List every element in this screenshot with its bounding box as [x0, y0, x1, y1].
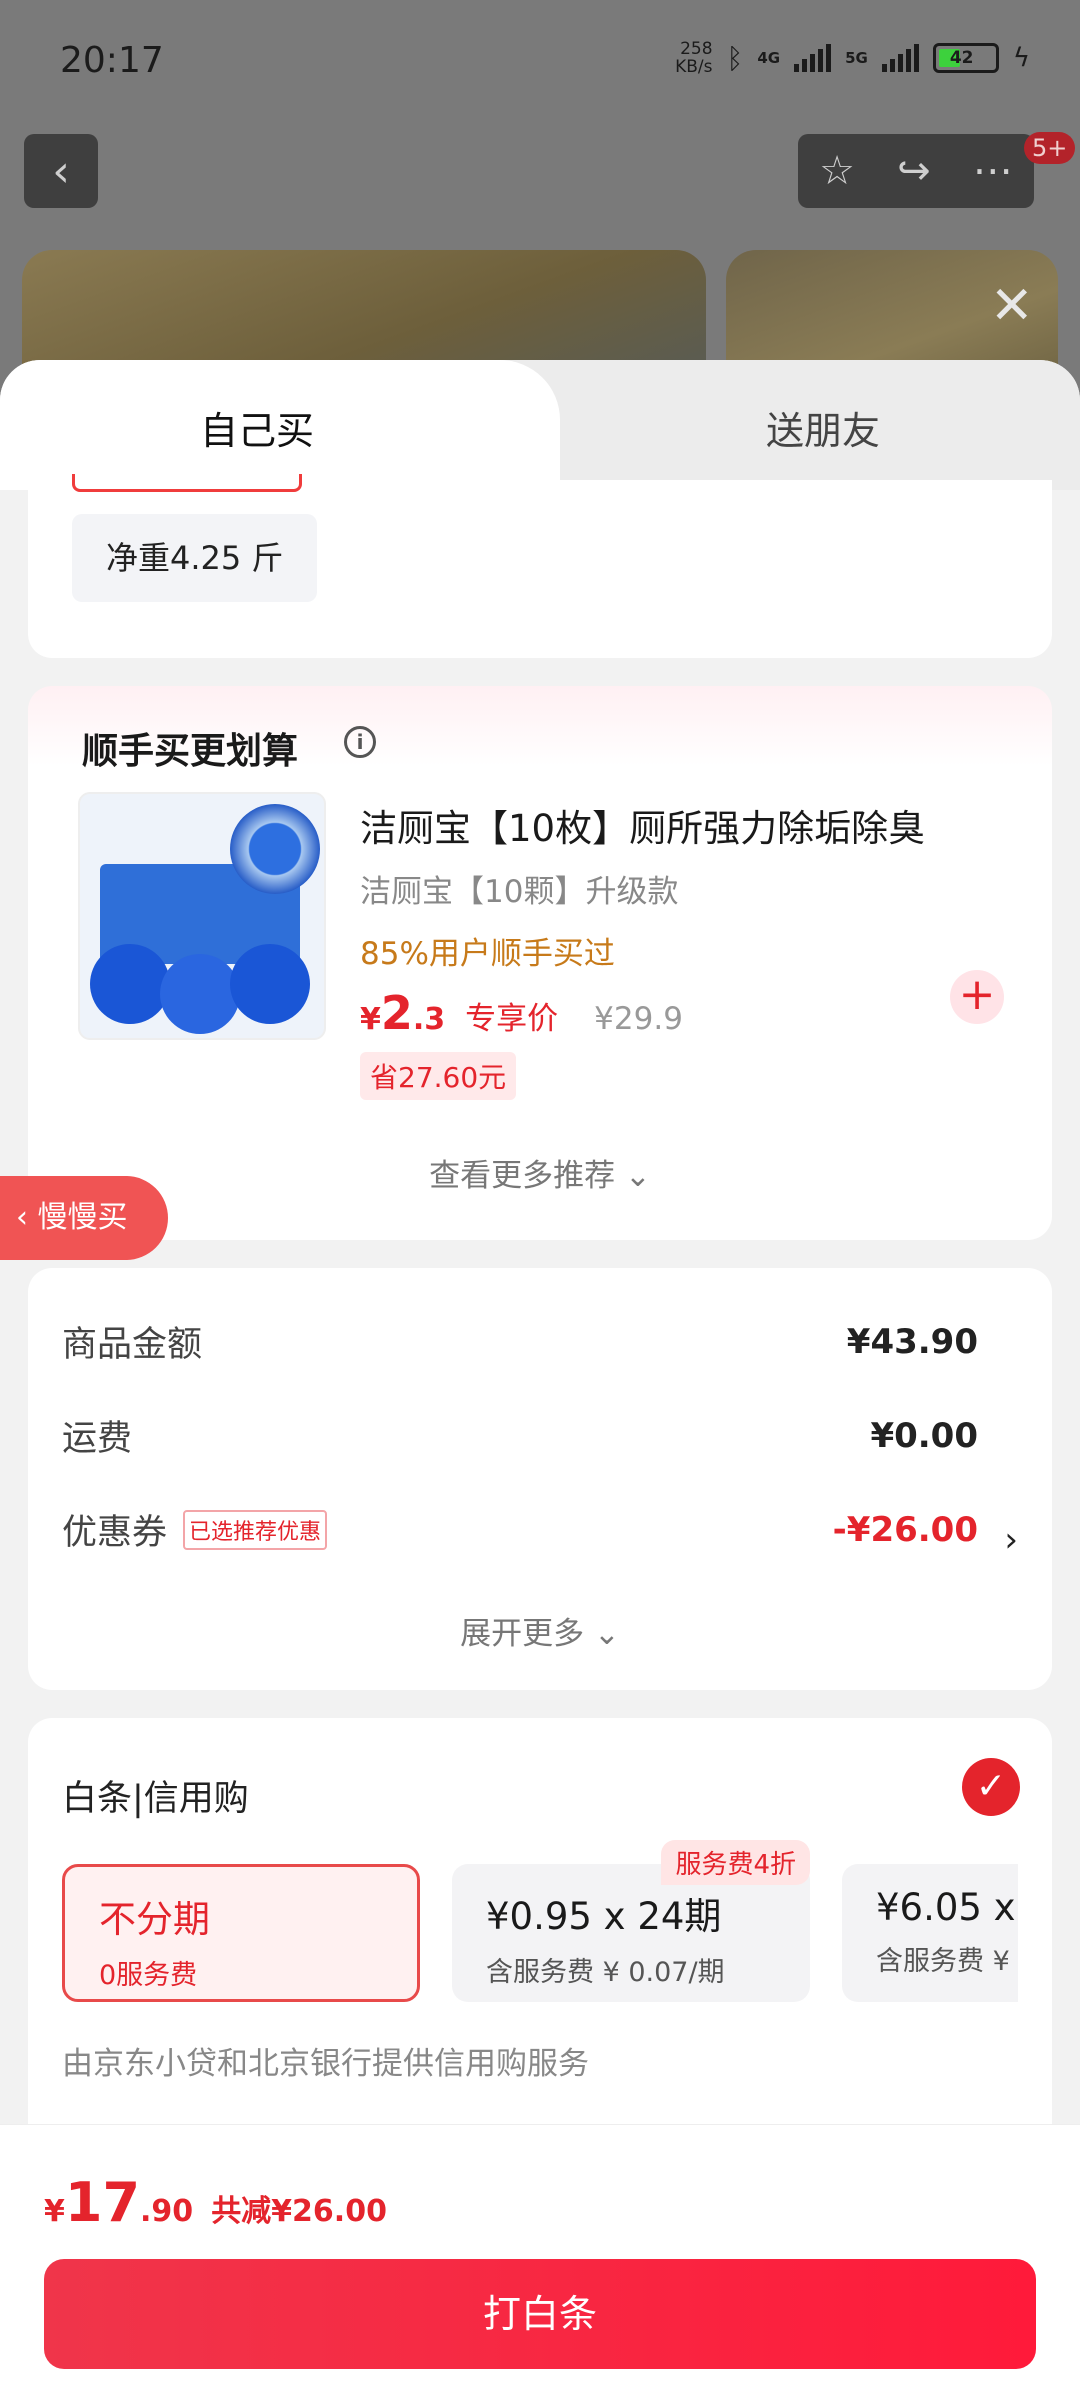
tab-send-friend[interactable]: 送朋友	[560, 360, 1080, 490]
chevron-right-icon[interactable]: ›	[1004, 1520, 1018, 1560]
shipping-value: ¥0.00	[870, 1415, 978, 1456]
signal-4g-icon	[794, 44, 832, 72]
total-reduction: 共减¥26.00	[211, 2194, 387, 2229]
star-icon[interactable]: ☆	[819, 148, 855, 194]
goods-amount-label: 商品金额	[62, 1325, 203, 1365]
spec-chip[interactable]: 净重4.25 斤	[72, 514, 318, 602]
tab-buy-self[interactable]: 自己买	[0, 360, 560, 490]
addon-price: ¥ 2 .3 专享价 ¥29.9	[360, 986, 683, 1040]
addon-social-proof: 85%用户顺手买过	[360, 936, 615, 972]
slow-buy-label: 慢慢买	[37, 1200, 128, 1235]
shipping-label: 运费	[62, 1419, 133, 1459]
back-button[interactable]: ‹	[24, 134, 98, 208]
plan-main: ¥6.05 x	[876, 1886, 1016, 1929]
coupon-label-group: 优惠券 已选推荐优惠	[62, 1504, 328, 1555]
price-tag: 专享价	[465, 1001, 559, 1037]
battery-level: 42	[949, 48, 974, 68]
coupon-row[interactable]: 优惠券 已选推荐优惠 -¥26.00	[62, 1504, 978, 1555]
tab-buy-self-label: 自己买	[200, 409, 315, 453]
total-price: ¥ 17 .90 共减¥26.00	[44, 2171, 387, 2234]
more-icon[interactable]: ⋯	[973, 148, 1013, 194]
plan-main: 不分期	[99, 1898, 210, 1941]
coupon-tag: 已选推荐优惠	[183, 1509, 328, 1550]
shipping-row: 运费 ¥0.00	[62, 1410, 978, 1461]
total-currency: ¥	[44, 2194, 65, 2229]
checkout-sheet: 送朋友 自己买 净重4.25 斤 顺手买更划算 i 洁厕宝【10枚】厕所强力除垢…	[0, 360, 1080, 2400]
price-summary-card: 商品金额 ¥43.90 运费 ¥0.00 优惠券 已选推荐优惠 -¥26.00 …	[28, 1268, 1052, 1690]
addon-product-variant: 洁厕宝【10颗】升级款	[360, 874, 679, 910]
network-5g-label: 5G	[845, 49, 868, 67]
notification-badge: 5+	[1024, 132, 1076, 164]
credit-note: 由京东小贷和北京银行提供信用购服务	[62, 2046, 589, 2082]
background-page: 20:17 258 KB/s ᛒ 4G 5G 42 ϟ ‹ ☆ ↪ ⋯ 5+ ✕	[0, 0, 1080, 450]
chevron-left-icon: ‹	[16, 1200, 38, 1235]
status-time: 20:17	[60, 40, 164, 81]
price-currency: ¥	[360, 1002, 381, 1037]
plan-sub: 含服务费 ¥ 0.07/期	[486, 1957, 725, 1988]
plan-sub: 含服务费 ¥ (	[876, 1946, 1018, 1977]
spec-card: 净重4.25 斤	[28, 474, 1052, 658]
addon-card: 顺手买更划算 i 洁厕宝【10枚】厕所强力除垢除臭 洁厕宝【10颗】升级款 85…	[28, 686, 1052, 1240]
purchase-tabs: 送朋友 自己买	[0, 360, 1080, 490]
chevron-left-icon: ‹	[52, 145, 70, 197]
spec-chip-selected-edge[interactable]	[72, 474, 302, 492]
plan-no-installment[interactable]: 不分期 0服务费	[62, 1864, 420, 2002]
addon-product-name[interactable]: 洁厕宝【10枚】厕所强力除垢除臭	[360, 798, 925, 852]
more-recommendations[interactable]: 查看更多推荐 ⌄	[28, 1150, 1052, 1195]
network-speed: 258 KB/s	[675, 40, 712, 76]
plan-main: ¥0.95 x 24期	[486, 1895, 722, 1938]
save-badge: 省27.60元	[360, 1052, 517, 1100]
price-decimal: .3	[412, 1002, 446, 1037]
network-speed-unit: KB/s	[675, 57, 713, 77]
status-bar: 20:17 258 KB/s ᛒ 4G 5G 42 ϟ	[0, 0, 1080, 120]
credit-card: 白条|信用购 ✓ 不分期 0服务费 服务费4折 ¥0.95 x 24期 含服务费…	[28, 1718, 1052, 2138]
charging-icon: ϟ	[1012, 43, 1030, 73]
close-icon[interactable]: ✕	[990, 276, 1034, 336]
plan-more-installments[interactable]: ¥6.05 x 含服务费 ¥ (	[842, 1864, 1018, 2002]
addon-title: 顺手买更划算	[82, 731, 299, 772]
coupon-label: 优惠券	[62, 1513, 168, 1553]
add-addon-button[interactable]: +	[950, 970, 1004, 1024]
pay-button[interactable]: 打白条	[44, 2259, 1036, 2369]
addon-product-image[interactable]	[78, 792, 326, 1040]
coupon-value: -¥26.00	[832, 1509, 978, 1550]
signal-5g-icon	[881, 44, 919, 72]
plan-sub: 0服务费	[99, 1960, 198, 1991]
original-price: ¥29.9	[594, 1001, 683, 1037]
status-icons: 258 KB/s ᛒ 4G 5G 42 ϟ	[675, 40, 1030, 76]
network-speed-value: 258	[680, 39, 713, 59]
network-4g-label: 4G	[757, 49, 781, 67]
tab-send-friend-label: 送朋友	[766, 409, 881, 453]
total-integer: 17	[64, 2171, 141, 2234]
battery-icon: 42	[932, 43, 999, 73]
share-icon[interactable]: ↪	[897, 148, 931, 194]
expand-more[interactable]: 展开更多 ⌄	[28, 1608, 1052, 1653]
price-integer: 2	[380, 986, 413, 1040]
top-actions: ☆ ↪ ⋯	[798, 134, 1034, 208]
plan-24-installments[interactable]: 服务费4折 ¥0.95 x 24期 含服务费 ¥ 0.07/期	[452, 1840, 810, 2002]
goods-amount-value: ¥43.90	[846, 1321, 978, 1362]
checkout-bar: ¥ 17 .90 共减¥26.00 打白条	[0, 2124, 1080, 2400]
info-icon[interactable]: i	[344, 726, 376, 758]
plan-badge: 服务费4折	[661, 1840, 810, 1885]
goods-amount-row: 商品金额 ¥43.90	[62, 1316, 978, 1367]
total-decimal: .90	[140, 2194, 194, 2229]
bluetooth-icon: ᛒ	[726, 41, 744, 75]
slow-buy-float[interactable]: ‹ 慢慢买	[0, 1176, 168, 1260]
